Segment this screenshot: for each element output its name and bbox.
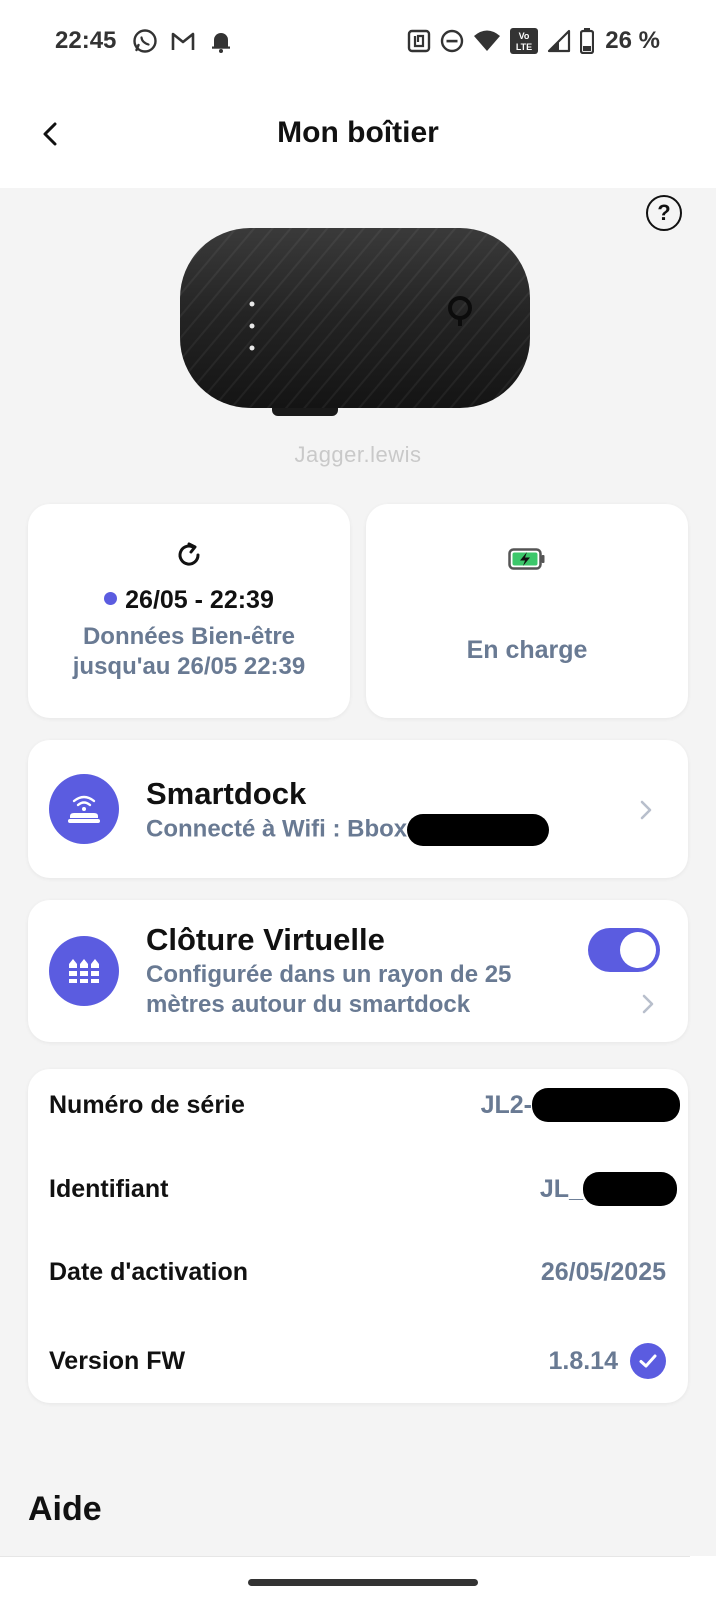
volte-icon: Vo LTE [510, 28, 539, 54]
status-left-icons [132, 28, 234, 54]
redacted-serial [532, 1088, 680, 1122]
identifier-row: Identifiant JL_ [49, 1169, 677, 1209]
toggle-knob [620, 932, 656, 968]
fence-title: Clôture Virtuelle [146, 922, 385, 957]
signal-icon [548, 29, 571, 53]
wifi-icon [474, 30, 501, 51]
smartdock-icon [49, 774, 119, 844]
redacted-wifi-name [407, 814, 550, 846]
smartdock-subtitle: Connecté à Wifi : Bbox [146, 814, 550, 846]
help-button[interactable]: ? [646, 195, 682, 231]
svg-text:LTE: LTE [516, 42, 532, 52]
smartdock-card[interactable]: Smartdock Connecté à Wifi : Bbox [28, 740, 688, 878]
help-section-title: Aide [28, 1490, 102, 1528]
firmware-row: Version FW 1.8.14 [49, 1341, 666, 1381]
header: Mon boîtier [0, 86, 716, 188]
status-time: 22:45 [55, 27, 117, 54]
notification-bell-icon [212, 33, 230, 53]
firmware-value: 1.8.14 [548, 1343, 666, 1379]
gmail-icon [171, 32, 195, 50]
smartdock-title: Smartdock [146, 776, 307, 811]
activation-value: 26/05/2025 [540, 1257, 666, 1286]
sync-date-text: 26/05 - 22:39 [125, 586, 274, 614]
activation-row: Date d'activation 26/05/2025 [49, 1252, 666, 1292]
device-brand-label: Jagger.lewis [294, 442, 422, 467]
activation-label: Date d'activation [49, 1257, 249, 1286]
check-circle-icon [630, 1343, 666, 1379]
battery-icon [580, 28, 595, 54]
virtual-fence-card[interactable]: Clôture Virtuelle Configurée dans un ray… [28, 900, 688, 1042]
smartdock-wifi-text: Connecté à Wifi : Bbox [146, 815, 408, 843]
sync-date: 26/05 - 22:39 [28, 586, 350, 615]
battery-status-label: En charge [466, 636, 588, 664]
do-not-disturb-icon [441, 29, 464, 53]
whatsapp-icon [133, 29, 157, 53]
serial-row: Numéro de série JL2- [49, 1085, 680, 1125]
battery-card[interactable]: En charge [366, 504, 688, 718]
help-question-icon: ? [657, 200, 671, 225]
serial-label: Numéro de série [49, 1090, 245, 1119]
firmware-label: Version FW [49, 1346, 186, 1375]
firmware-version-text: 1.8.14 [548, 1346, 618, 1375]
device-info-card: Numéro de série JL2- Identifiant JL_ Dat… [28, 1069, 688, 1403]
serial-value: JL2- [480, 1088, 680, 1122]
status-right-icons: Vo LTE 26 % [407, 27, 660, 55]
redacted-identifier [583, 1172, 677, 1206]
identifier-value: JL_ [539, 1172, 677, 1206]
fence-pickets-icon [68, 959, 100, 983]
battery-charging-icon [508, 548, 545, 570]
refresh-icon [178, 542, 200, 566]
identifier-label: Identifiant [49, 1174, 169, 1203]
serial-value-text: JL2- [480, 1090, 532, 1119]
home-indicator[interactable] [248, 1579, 478, 1586]
battery-percent: 26 % [605, 27, 660, 54]
sync-description: Données Bien-être jusqu'au 26/05 22:39 [72, 623, 306, 680]
nfc-icon [408, 29, 431, 53]
chevron-right-icon [640, 800, 652, 820]
fence-icon [49, 936, 119, 1006]
svg-text:Vo: Vo [519, 31, 530, 41]
sync-card[interactable]: 26/05 - 22:39 Données Bien-être jusqu'au… [28, 504, 350, 718]
chevron-right-icon[interactable] [638, 990, 658, 1018]
divider [0, 1556, 690, 1557]
status-bar: 22:45 Vo LTE 26 % [0, 0, 716, 86]
page-title: Mon boîtier [277, 116, 439, 149]
status-dot [104, 592, 118, 605]
fence-toggle[interactable] [588, 928, 660, 972]
fence-subtitle: Configurée dans un rayon de 25 mètres au… [146, 961, 512, 1018]
identifier-value-text: JL_ [539, 1174, 583, 1203]
device-image [180, 228, 530, 416]
system-nav-bar [0, 1556, 716, 1600]
wifi-dock-icon [68, 795, 100, 823]
